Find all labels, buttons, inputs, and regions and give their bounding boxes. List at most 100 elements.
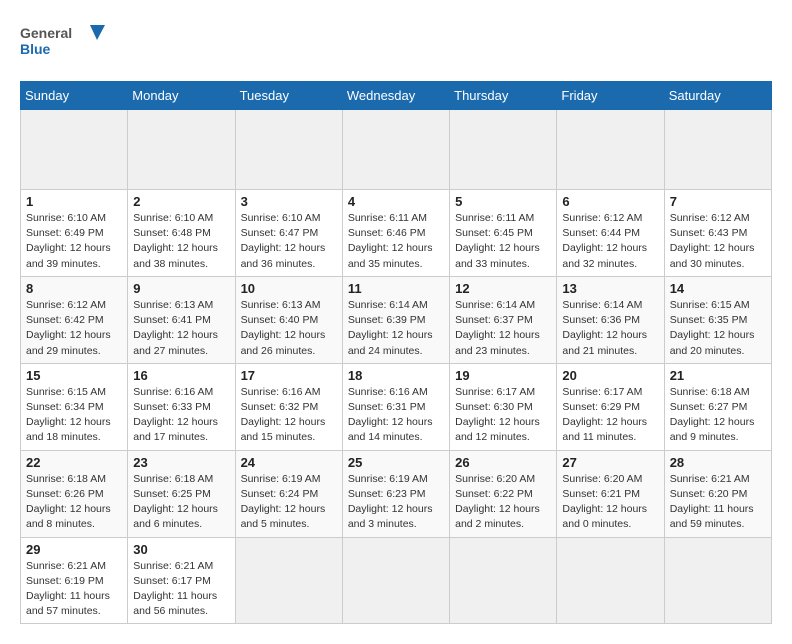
calendar-cell: 10 Sunrise: 6:13 AMSunset: 6:40 PMDaylig… (235, 276, 342, 363)
logo: General Blue (20, 20, 110, 65)
calendar-cell (450, 110, 557, 190)
day-detail: Sunrise: 6:15 AMSunset: 6:34 PMDaylight:… (26, 386, 111, 444)
svg-text:Blue: Blue (20, 41, 51, 57)
day-number: 17 (241, 368, 337, 383)
calendar-cell: 2 Sunrise: 6:10 AMSunset: 6:48 PMDayligh… (128, 190, 235, 277)
week-row-1 (21, 110, 772, 190)
page-header: General Blue (20, 20, 772, 65)
day-number: 21 (670, 368, 766, 383)
day-number: 26 (455, 455, 551, 470)
day-header-thursday: Thursday (450, 82, 557, 110)
day-detail: Sunrise: 6:15 AMSunset: 6:35 PMDaylight:… (670, 299, 755, 357)
day-detail: Sunrise: 6:17 AMSunset: 6:29 PMDaylight:… (562, 386, 647, 444)
day-header-wednesday: Wednesday (342, 82, 449, 110)
day-detail: Sunrise: 6:10 AMSunset: 6:49 PMDaylight:… (26, 212, 111, 270)
calendar-cell: 23 Sunrise: 6:18 AMSunset: 6:25 PMDaylig… (128, 450, 235, 537)
day-number: 30 (133, 542, 229, 557)
calendar-cell: 30 Sunrise: 6:21 AMSunset: 6:17 PMDaylig… (128, 537, 235, 624)
calendar-cell: 3 Sunrise: 6:10 AMSunset: 6:47 PMDayligh… (235, 190, 342, 277)
day-detail: Sunrise: 6:12 AMSunset: 6:44 PMDaylight:… (562, 212, 647, 270)
day-number: 7 (670, 194, 766, 209)
day-detail: Sunrise: 6:14 AMSunset: 6:39 PMDaylight:… (348, 299, 433, 357)
day-detail: Sunrise: 6:20 AMSunset: 6:22 PMDaylight:… (455, 473, 540, 531)
week-row-6: 29 Sunrise: 6:21 AMSunset: 6:19 PMDaylig… (21, 537, 772, 624)
day-number: 13 (562, 281, 658, 296)
day-number: 15 (26, 368, 122, 383)
day-number: 29 (26, 542, 122, 557)
calendar-cell: 16 Sunrise: 6:16 AMSunset: 6:33 PMDaylig… (128, 363, 235, 450)
calendar-cell: 13 Sunrise: 6:14 AMSunset: 6:36 PMDaylig… (557, 276, 664, 363)
calendar-cell (342, 537, 449, 624)
day-detail: Sunrise: 6:11 AMSunset: 6:46 PMDaylight:… (348, 212, 433, 270)
day-detail: Sunrise: 6:18 AMSunset: 6:26 PMDaylight:… (26, 473, 111, 531)
days-header-row: SundayMondayTuesdayWednesdayThursdayFrid… (21, 82, 772, 110)
day-detail: Sunrise: 6:18 AMSunset: 6:25 PMDaylight:… (133, 473, 218, 531)
calendar-cell (342, 110, 449, 190)
calendar-cell: 12 Sunrise: 6:14 AMSunset: 6:37 PMDaylig… (450, 276, 557, 363)
week-row-5: 22 Sunrise: 6:18 AMSunset: 6:26 PMDaylig… (21, 450, 772, 537)
day-detail: Sunrise: 6:20 AMSunset: 6:21 PMDaylight:… (562, 473, 647, 531)
calendar-cell: 18 Sunrise: 6:16 AMSunset: 6:31 PMDaylig… (342, 363, 449, 450)
day-number: 14 (670, 281, 766, 296)
calendar-cell (557, 537, 664, 624)
calendar-cell (664, 110, 771, 190)
calendar-cell: 6 Sunrise: 6:12 AMSunset: 6:44 PMDayligh… (557, 190, 664, 277)
day-number: 20 (562, 368, 658, 383)
day-number: 9 (133, 281, 229, 296)
day-number: 10 (241, 281, 337, 296)
day-number: 27 (562, 455, 658, 470)
calendar-cell: 17 Sunrise: 6:16 AMSunset: 6:32 PMDaylig… (235, 363, 342, 450)
calendar-cell: 22 Sunrise: 6:18 AMSunset: 6:26 PMDaylig… (21, 450, 128, 537)
calendar-cell (450, 537, 557, 624)
day-number: 25 (348, 455, 444, 470)
calendar-cell: 25 Sunrise: 6:19 AMSunset: 6:23 PMDaylig… (342, 450, 449, 537)
day-detail: Sunrise: 6:19 AMSunset: 6:24 PMDaylight:… (241, 473, 326, 531)
day-header-friday: Friday (557, 82, 664, 110)
day-header-tuesday: Tuesday (235, 82, 342, 110)
day-detail: Sunrise: 6:11 AMSunset: 6:45 PMDaylight:… (455, 212, 540, 270)
day-detail: Sunrise: 6:13 AMSunset: 6:40 PMDaylight:… (241, 299, 326, 357)
day-detail: Sunrise: 6:17 AMSunset: 6:30 PMDaylight:… (455, 386, 540, 444)
day-detail: Sunrise: 6:14 AMSunset: 6:36 PMDaylight:… (562, 299, 647, 357)
calendar-cell: 15 Sunrise: 6:15 AMSunset: 6:34 PMDaylig… (21, 363, 128, 450)
day-detail: Sunrise: 6:16 AMSunset: 6:33 PMDaylight:… (133, 386, 218, 444)
day-detail: Sunrise: 6:14 AMSunset: 6:37 PMDaylight:… (455, 299, 540, 357)
calendar-cell: 14 Sunrise: 6:15 AMSunset: 6:35 PMDaylig… (664, 276, 771, 363)
day-number: 6 (562, 194, 658, 209)
day-detail: Sunrise: 6:12 AMSunset: 6:42 PMDaylight:… (26, 299, 111, 357)
day-number: 19 (455, 368, 551, 383)
day-number: 12 (455, 281, 551, 296)
calendar-cell: 4 Sunrise: 6:11 AMSunset: 6:46 PMDayligh… (342, 190, 449, 277)
calendar-cell: 24 Sunrise: 6:19 AMSunset: 6:24 PMDaylig… (235, 450, 342, 537)
week-row-3: 8 Sunrise: 6:12 AMSunset: 6:42 PMDayligh… (21, 276, 772, 363)
day-number: 2 (133, 194, 229, 209)
day-number: 23 (133, 455, 229, 470)
calendar-cell: 28 Sunrise: 6:21 AMSunset: 6:20 PMDaylig… (664, 450, 771, 537)
day-number: 18 (348, 368, 444, 383)
day-detail: Sunrise: 6:18 AMSunset: 6:27 PMDaylight:… (670, 386, 755, 444)
calendar-cell: 29 Sunrise: 6:21 AMSunset: 6:19 PMDaylig… (21, 537, 128, 624)
day-number: 3 (241, 194, 337, 209)
day-number: 11 (348, 281, 444, 296)
calendar-table: SundayMondayTuesdayWednesdayThursdayFrid… (20, 81, 772, 624)
week-row-2: 1 Sunrise: 6:10 AMSunset: 6:49 PMDayligh… (21, 190, 772, 277)
calendar-cell: 11 Sunrise: 6:14 AMSunset: 6:39 PMDaylig… (342, 276, 449, 363)
day-detail: Sunrise: 6:10 AMSunset: 6:47 PMDaylight:… (241, 212, 326, 270)
day-number: 16 (133, 368, 229, 383)
day-detail: Sunrise: 6:21 AMSunset: 6:19 PMDaylight:… (26, 560, 110, 618)
calendar-cell (21, 110, 128, 190)
day-number: 8 (26, 281, 122, 296)
day-detail: Sunrise: 6:21 AMSunset: 6:17 PMDaylight:… (133, 560, 217, 618)
calendar-cell: 7 Sunrise: 6:12 AMSunset: 6:43 PMDayligh… (664, 190, 771, 277)
day-number: 24 (241, 455, 337, 470)
calendar-cell: 21 Sunrise: 6:18 AMSunset: 6:27 PMDaylig… (664, 363, 771, 450)
calendar-cell (128, 110, 235, 190)
logo-svg: General Blue (20, 20, 110, 65)
calendar-cell: 26 Sunrise: 6:20 AMSunset: 6:22 PMDaylig… (450, 450, 557, 537)
day-detail: Sunrise: 6:10 AMSunset: 6:48 PMDaylight:… (133, 212, 218, 270)
calendar-cell: 8 Sunrise: 6:12 AMSunset: 6:42 PMDayligh… (21, 276, 128, 363)
day-detail: Sunrise: 6:12 AMSunset: 6:43 PMDaylight:… (670, 212, 755, 270)
day-detail: Sunrise: 6:16 AMSunset: 6:31 PMDaylight:… (348, 386, 433, 444)
day-header-saturday: Saturday (664, 82, 771, 110)
calendar-cell: 19 Sunrise: 6:17 AMSunset: 6:30 PMDaylig… (450, 363, 557, 450)
